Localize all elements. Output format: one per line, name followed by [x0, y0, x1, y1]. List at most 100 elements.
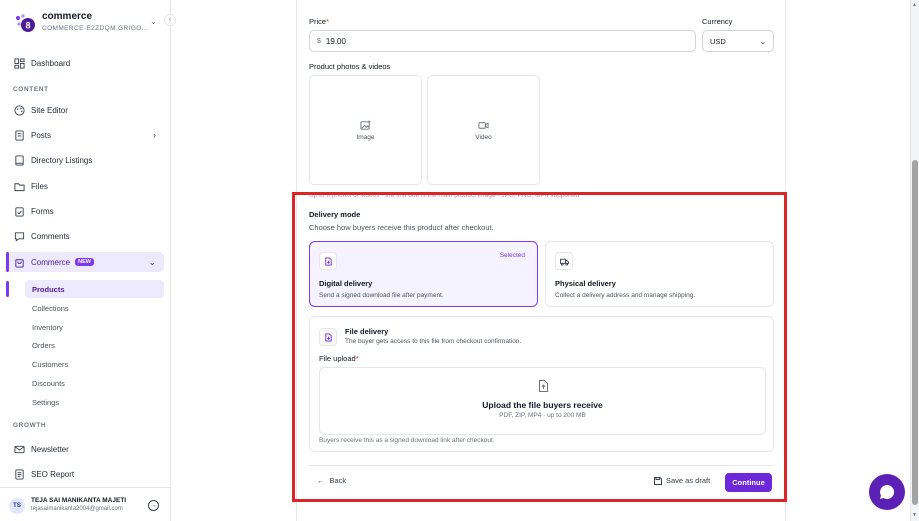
document-icon: [13, 129, 25, 141]
chat-bubble-icon: [13, 230, 25, 242]
scroll-down-icon[interactable]: ▼: [912, 512, 917, 518]
sidebar-subitem-products[interactable]: Products: [25, 280, 164, 298]
site-switcher[interactable]: 8 commerce COMMERCE-E2ZDQM.GRIGO... ⌄: [10, 8, 160, 38]
sidebar-item-label: Forms: [31, 206, 54, 216]
file-download-icon: [319, 328, 337, 346]
photos-hint: Up to 8 photos or videos · the first one…: [309, 192, 580, 199]
selected-badge: Selected: [499, 252, 525, 259]
sidebar-subitem-label: Inventory: [32, 322, 63, 332]
scroll-thumb[interactable]: [912, 160, 918, 505]
sidebar-subitem-label: Settings: [32, 397, 60, 407]
back-label: Back: [329, 476, 347, 485]
sidebar-item-label: Posts: [31, 130, 52, 140]
sidebar-subitem-orders[interactable]: Orders: [25, 336, 164, 354]
chat-launcher-button[interactable]: [869, 474, 905, 510]
shopping-bag-icon: [13, 256, 25, 268]
sidebar-item-dashboard[interactable]: Dashboard: [6, 53, 164, 73]
avatar: TS: [9, 498, 25, 514]
book-icon: [13, 154, 25, 166]
arrow-left-icon: ←: [317, 476, 325, 485]
sidebar-item-posts[interactable]: Posts ›: [6, 125, 164, 145]
image-icon: [360, 119, 371, 130]
section-label-growth: GROWTH: [13, 422, 47, 429]
product-form: Price* $ 19.00 Currency USD ⌄ Product ph…: [296, 0, 786, 521]
brand-name: commerce: [42, 11, 93, 22]
palette-icon: [13, 104, 25, 116]
video-label: Video: [475, 133, 492, 141]
sidebar-subitem-label: Collections: [32, 303, 69, 313]
user-profile[interactable]: TS TEJA SAI MANIKANTA MAJETI tejasaimani…: [0, 487, 171, 521]
physical-delivery-option[interactable]: Physical delivery Collect a delivery add…: [545, 241, 774, 307]
video-icon: [478, 121, 489, 129]
digital-delivery-option[interactable]: Selected Digital delivery Send a signed …: [309, 241, 538, 307]
save-draft-label: Save as draft: [666, 476, 711, 485]
sidebar-item-commerce[interactable]: Commerce NEW ⌄: [6, 252, 164, 272]
sidebar-subitem-collections[interactable]: Collections: [25, 299, 164, 317]
sidebar-subitem-settings[interactable]: Settings: [25, 393, 164, 411]
sidebar-item-comments[interactable]: Comments: [6, 226, 164, 246]
active-indicator: [6, 281, 9, 297]
scrollbar[interactable]: ▲ ▼: [910, 0, 919, 521]
logout-icon[interactable]: →: [148, 500, 159, 511]
scroll-up-icon[interactable]: ▲: [912, 2, 917, 8]
add-image-button[interactable]: Image: [309, 75, 422, 185]
sidebar-subitem-inventory[interactable]: Inventory: [25, 318, 164, 336]
price-value: 19.00: [325, 36, 346, 46]
file-delivery-desc: The buyer gets access to this file from …: [345, 338, 522, 345]
report-icon: [13, 468, 25, 480]
back-button[interactable]: ← Back: [317, 476, 346, 485]
price-label-text: Price: [309, 17, 327, 26]
chat-bubble-icon: [880, 484, 895, 499]
continue-button[interactable]: Continue: [725, 473, 772, 492]
file-upload-label-text: File upload: [319, 354, 356, 363]
sidebar-item-directory-listings[interactable]: Directory Listings: [6, 150, 164, 170]
file-upload-dropzone[interactable]: Upload the file buyers receive PDF, ZIP,…: [319, 367, 766, 435]
add-video-button[interactable]: Video: [427, 75, 540, 185]
mail-icon: [13, 443, 25, 455]
sidebar-item-label: Comments: [31, 231, 70, 241]
truck-icon: [555, 252, 573, 270]
sidebar-item-label: Dashboard: [31, 58, 71, 68]
collapse-sidebar-button[interactable]: ‹: [164, 14, 176, 26]
clipboard-check-icon: [13, 205, 25, 217]
required-marker: *: [355, 354, 359, 363]
sidebar-subitem-label: Customers: [32, 359, 69, 369]
sidebar-subitem-label: Products: [32, 284, 65, 294]
upload-title: Upload the file buyers receive: [482, 400, 603, 410]
digital-delivery-desc: Send a signed download file after paymen…: [319, 292, 444, 299]
folder-icon: [13, 180, 25, 192]
sidebar-item-label: Site Editor: [31, 105, 68, 115]
sidebar-item-seo-report[interactable]: SEO Report: [6, 464, 164, 484]
sidebar-item-label: Newsletter: [31, 444, 69, 454]
currency-select[interactable]: USD ⌄: [702, 30, 774, 52]
file-delivery-note: Buyers receive this as a signed download…: [319, 437, 495, 444]
digital-delivery-title: Digital delivery: [319, 279, 373, 288]
sidebar-subitem-label: Discounts: [32, 378, 65, 388]
sidebar-item-site-editor[interactable]: Site Editor: [6, 100, 164, 120]
sidebar-item-label: Directory Listings: [31, 155, 93, 165]
sidebar-subitem-customers[interactable]: Customers: [25, 355, 164, 373]
sidebar-item-files[interactable]: Files: [6, 176, 164, 196]
upload-file-icon: [539, 380, 548, 392]
currency-symbol: $: [317, 37, 321, 45]
sidebar-item-newsletter[interactable]: Newsletter: [6, 439, 164, 459]
brand-subtitle: COMMERCE-E2ZDQM.GRIGO...: [42, 25, 149, 32]
price-input[interactable]: $ 19.00: [309, 30, 696, 52]
svg-text:8: 8: [25, 21, 30, 31]
save-draft-button[interactable]: Save as draft: [654, 476, 710, 485]
file-upload-label: File upload*: [319, 354, 359, 363]
sidebar: 8 commerce COMMERCE-E2ZDQM.GRIGO... ⌄ ‹ …: [0, 0, 176, 521]
sidebar-subitem-discounts[interactable]: Discounts: [25, 374, 164, 392]
photos-label: Product photos & videos: [309, 62, 391, 71]
currency-value: USD: [710, 36, 726, 46]
physical-delivery-desc: Collect a delivery address and manage sh…: [555, 292, 696, 299]
chevron-right-icon: ›: [153, 130, 156, 140]
sidebar-item-forms[interactable]: Forms: [6, 201, 164, 221]
delivery-mode-subtitle: Choose how buyers receive this product a…: [309, 223, 494, 232]
save-icon: [654, 476, 662, 485]
main-content: Price* $ 19.00 Currency USD ⌄ Product ph…: [172, 0, 910, 521]
dashboard-icon: [13, 57, 25, 69]
chevron-down-icon: ⌄: [150, 17, 157, 26]
image-label: Image: [356, 133, 375, 141]
price-label: Price*: [309, 17, 329, 26]
